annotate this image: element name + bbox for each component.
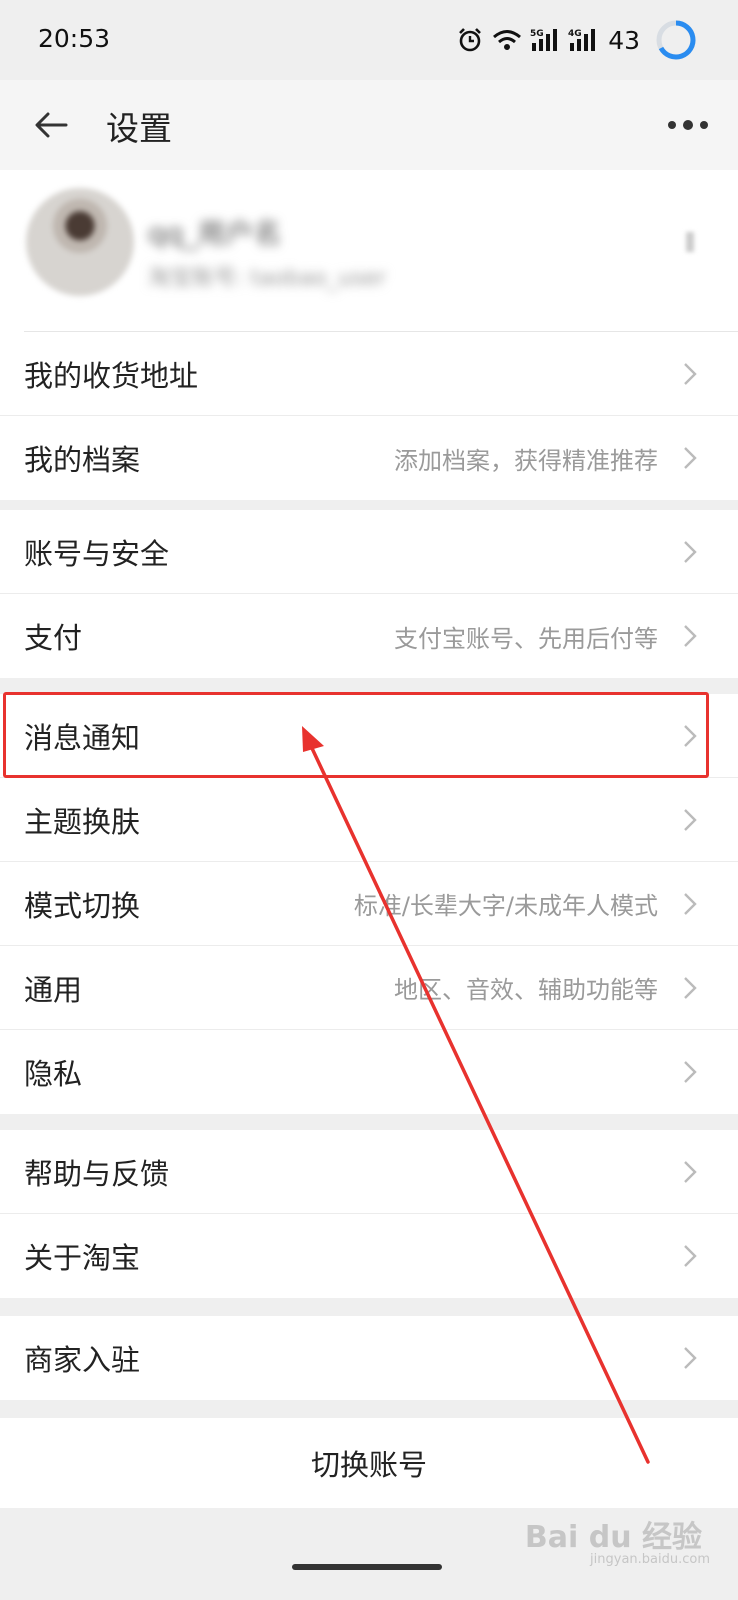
settings-item-about[interactable]: 关于淘宝 (0, 1214, 738, 1298)
signal-4g-icon: 4G (568, 27, 598, 53)
switch-account-button[interactable]: 切换账号 (0, 1418, 738, 1508)
settings-group-2: 账号与安全 支付 支付宝账号、先用后付等 (0, 510, 738, 678)
settings-item-label: 隐私 (24, 1057, 83, 1091)
settings-item-label: 我的档案 (24, 443, 141, 477)
settings-group-5: 商家入驻 (0, 1316, 738, 1400)
chevron-right-icon (682, 807, 698, 833)
settings-item-subtitle: 地区、音效、辅助功能等 (394, 976, 658, 1004)
settings-item-label: 账号与安全 (24, 536, 170, 571)
settings-group-4: 帮助与反馈 关于淘宝 (0, 1130, 738, 1298)
settings-item-label: 模式切换 (24, 888, 141, 923)
settings-item-my-profile[interactable]: 我的档案 添加档案，获得精准推荐 (0, 416, 738, 500)
settings-item-general[interactable]: 通用 地区、音效、辅助功能等 (0, 946, 738, 1030)
back-arrow-icon[interactable] (30, 104, 72, 146)
chevron-right-icon (682, 1059, 698, 1085)
settings-item-label: 关于淘宝 (24, 1241, 141, 1275)
settings-item-account-security[interactable]: 账号与安全 (0, 510, 738, 594)
settings-item-subtitle: 标准/长辈大字/未成年人模式 (353, 892, 658, 920)
chevron-right-icon (682, 1345, 698, 1371)
battery-ring-icon (654, 18, 698, 62)
profile-subtitle: 淘宝账号: taobao_user (148, 266, 386, 291)
settings-item-theme[interactable]: 主题换肤 (0, 778, 738, 862)
settings-item-privacy[interactable]: 隐私 (0, 1030, 738, 1114)
settings-item-label: 我的收货地址 (24, 358, 199, 393)
settings-item-subtitle: 添加档案，获得精准推荐 (394, 446, 658, 475)
avatar (26, 188, 134, 296)
watermark-logo: Bai du 经验 (524, 1520, 702, 1555)
settings-group-1: 我的收货地址 我的档案 添加档案，获得精准推荐 (0, 332, 738, 500)
settings-item-merchant-join[interactable]: 商家入驻 (0, 1316, 738, 1400)
settings-item-label: 主题换肤 (24, 804, 141, 839)
profile-chevron-icon (686, 232, 694, 252)
wifi-icon (492, 28, 522, 52)
annotation-highlight-box (3, 692, 709, 778)
chevron-right-icon (682, 975, 698, 1001)
home-indicator[interactable] (292, 1564, 442, 1570)
settings-item-shipping-address[interactable]: 我的收货地址 (0, 332, 738, 416)
watermark-url: jingyan.baidu.com (590, 1552, 710, 1567)
status-time: 20:53 (38, 24, 111, 53)
alarm-icon (456, 26, 484, 54)
settings-item-label: 商家入驻 (24, 1343, 141, 1377)
chevron-right-icon (682, 1243, 698, 1269)
svg-text:5G: 5G (530, 29, 544, 39)
settings-item-label: 通用 (24, 972, 83, 1007)
settings-item-label: 帮助与反馈 (24, 1156, 170, 1191)
switch-account-label: 切换账号 (310, 1448, 427, 1482)
page-title: 设置 (106, 109, 172, 148)
chevron-right-icon (682, 539, 698, 565)
chevron-right-icon (682, 1159, 698, 1185)
more-icon[interactable] (664, 110, 716, 140)
signal-5g-icon: 5G (530, 27, 560, 53)
settings-item-payment[interactable]: 支付 支付宝账号、先用后付等 (0, 594, 738, 678)
chevron-right-icon (682, 361, 698, 387)
chevron-right-icon (682, 623, 698, 649)
battery-level: 43 (608, 25, 640, 55)
status-bar: 20:53 5G 4G 43 (0, 0, 738, 80)
settings-item-label: 支付 (24, 621, 83, 655)
svg-text:4G: 4G (568, 29, 582, 39)
nav-bar: 设置 (0, 80, 738, 170)
chevron-right-icon (682, 891, 698, 917)
settings-item-help-feedback[interactable]: 帮助与反馈 (0, 1130, 738, 1214)
settings-item-mode-switch[interactable]: 模式切换 标准/长辈大字/未成年人模式 (0, 862, 738, 946)
status-icons: 5G 4G 43 (456, 14, 698, 66)
profile-name: qq_用户名 (148, 217, 282, 250)
chevron-right-icon (682, 445, 698, 471)
settings-item-subtitle: 支付宝账号、先用后付等 (394, 624, 658, 653)
profile-card[interactable]: qq_用户名 淘宝账号: taobao_user (0, 170, 738, 332)
